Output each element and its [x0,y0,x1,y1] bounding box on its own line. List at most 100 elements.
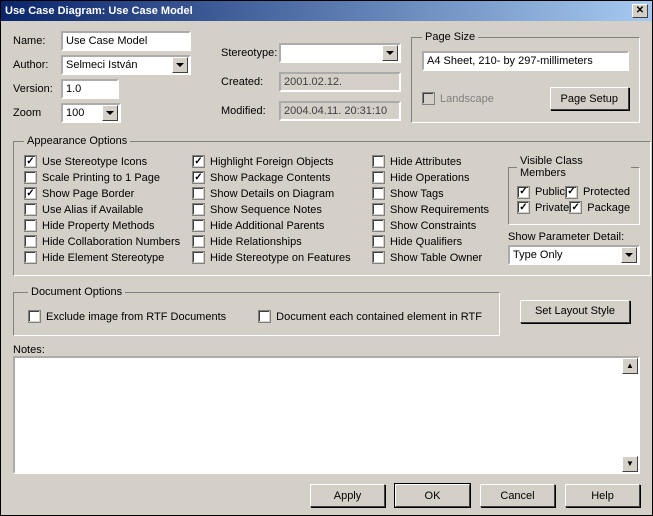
zoom-combo[interactable]: 100 [61,103,121,123]
chevron-down-icon[interactable] [102,105,118,121]
visible-members-group: Visible Class Members Public Protected Pri… [508,155,640,225]
show-parameter-value: Type Only [513,249,621,261]
appearance-check-4[interactable]: Show Constraints [372,219,500,232]
landscape-checkbox: Landscape [422,92,494,105]
exclude-rtf-checkbox[interactable]: Exclude image from RTF Documents [28,310,226,323]
appearance-check-label: Hide Qualifiers [390,236,462,248]
modified-input [279,101,401,121]
visible-member-check-2[interactable]: Private [517,201,569,214]
document-each-checkbox[interactable]: Document each contained element in RTF [258,310,482,323]
appearance-check-3[interactable]: Show Requirements [372,203,500,216]
appearance-check-label: Hide Element Stereotype [42,252,164,264]
notes-label: Notes: [13,344,640,356]
checkbox-icon [372,187,385,200]
checkbox-icon [372,155,385,168]
set-layout-button[interactable]: Set Layout Style [520,300,630,323]
appearance-check-1[interactable]: Scale Printing to 1 Page [24,171,184,184]
checkbox-icon [192,219,205,232]
author-value: Selmeci István [66,59,172,71]
checkbox-icon [24,155,37,168]
appearance-check-2[interactable]: Show Details on Diagram [192,187,364,200]
show-parameter-combo[interactable]: Type Only [508,245,640,265]
checkbox-icon [192,235,205,248]
appearance-check-5[interactable]: Hide Collaboration Numbers [24,235,184,248]
page-size-legend: Page Size [422,31,478,43]
appearance-check-label: Show Table Owner [390,252,482,264]
stereotype-dates-grid: Stereotype: Created: Modified: [221,31,401,123]
visible-member-check-3[interactable]: Package [569,201,630,214]
chevron-down-icon[interactable] [172,57,188,73]
checkbox-icon [422,92,435,105]
appearance-check-label: Hide Attributes [390,156,462,168]
appearance-check-3[interactable]: Show Sequence Notes [192,203,364,216]
appearance-check-6[interactable]: Hide Stereotype on Features [192,251,364,264]
visible-member-check-1[interactable]: Protected [565,186,630,199]
appearance-check-label: Use Alias if Available [42,204,143,216]
appearance-check-5[interactable]: Hide Relationships [192,235,364,248]
visible-members-legend: Visible Class Members [517,155,631,179]
close-icon[interactable]: ✕ [632,4,648,18]
scroll-up-icon[interactable]: ▲ [622,358,638,374]
checkbox-icon [24,235,37,248]
checkbox-icon [192,251,205,264]
notes-textarea[interactable] [13,356,640,474]
checkbox-icon [565,186,578,199]
checkbox-icon [517,186,530,199]
appearance-check-1[interactable]: Hide Operations [372,171,500,184]
checkbox-icon [24,187,37,200]
visible-member-check-label: Protected [583,186,630,198]
page-size-group: Page Size Landscape Page Setup [411,31,640,123]
appearance-check-label: Hide Operations [390,172,470,184]
appearance-check-1[interactable]: Show Package Contents [192,171,364,184]
show-parameter-label: Show Parameter Detail: [508,231,640,243]
appearance-check-label: Hide Collaboration Numbers [42,236,180,248]
appearance-check-6[interactable]: Show Table Owner [372,251,500,264]
appearance-check-0[interactable]: Use Stereotype Icons [24,155,184,168]
dialog-content: Name: Author: Selmeci István Version: Zo… [1,21,652,515]
appearance-check-4[interactable]: Hide Property Methods [24,219,184,232]
stereotype-label: Stereotype: [221,47,279,59]
appearance-check-label: Hide Stereotype on Features [210,252,351,264]
author-combo[interactable]: Selmeci István [61,55,191,75]
version-label: Version: [13,83,61,95]
appearance-check-6[interactable]: Hide Element Stereotype [24,251,184,264]
stereotype-combo[interactable] [279,43,401,63]
cancel-button[interactable]: Cancel [480,484,555,507]
checkbox-icon [372,203,385,216]
checkbox-icon [192,203,205,216]
checkbox-icon [192,187,205,200]
titlebar: Use Case Diagram: Use Case Model ✕ [1,1,652,21]
document-row: Document Options Exclude image from RTF … [13,286,640,336]
page-size-input[interactable] [422,51,629,71]
appearance-check-4[interactable]: Hide Additional Parents [192,219,364,232]
scroll-down-icon[interactable]: ▼ [622,456,638,472]
created-input [279,72,401,92]
appearance-check-0[interactable]: Highlight Foreign Objects [192,155,364,168]
zoom-value: 100 [66,107,102,119]
visible-member-check-0[interactable]: Public [517,186,565,199]
dialog-window: Use Case Diagram: Use Case Model ✕ Name:… [0,0,653,516]
appearance-check-label: Show Details on Diagram [210,188,334,200]
ok-button[interactable]: OK [395,484,470,507]
checkbox-icon [28,310,41,323]
notes-area: Notes: ▲ ▼ [13,344,640,474]
appearance-check-5[interactable]: Hide Qualifiers [372,235,500,248]
chevron-down-icon[interactable] [621,247,637,263]
appearance-check-0[interactable]: Hide Attributes [372,155,500,168]
version-input[interactable] [61,79,119,99]
chevron-down-icon[interactable] [382,45,398,61]
appearance-check-2[interactable]: Show Tags [372,187,500,200]
appearance-col2: Highlight Foreign Objects Show Package Co… [192,155,364,264]
checkbox-icon [372,235,385,248]
name-input[interactable] [61,31,191,51]
appearance-check-label: Show Tags [390,188,444,200]
created-label: Created: [221,76,279,88]
page-setup-button[interactable]: Page Setup [550,87,630,110]
appearance-check-3[interactable]: Use Alias if Available [24,203,184,216]
apply-button[interactable]: Apply [310,484,385,507]
checkbox-icon [372,219,385,232]
help-button[interactable]: Help [565,484,640,507]
exclude-rtf-label: Exclude image from RTF Documents [46,311,226,323]
appearance-legend: Appearance Options [24,135,130,147]
appearance-check-2[interactable]: Show Page Border [24,187,184,200]
